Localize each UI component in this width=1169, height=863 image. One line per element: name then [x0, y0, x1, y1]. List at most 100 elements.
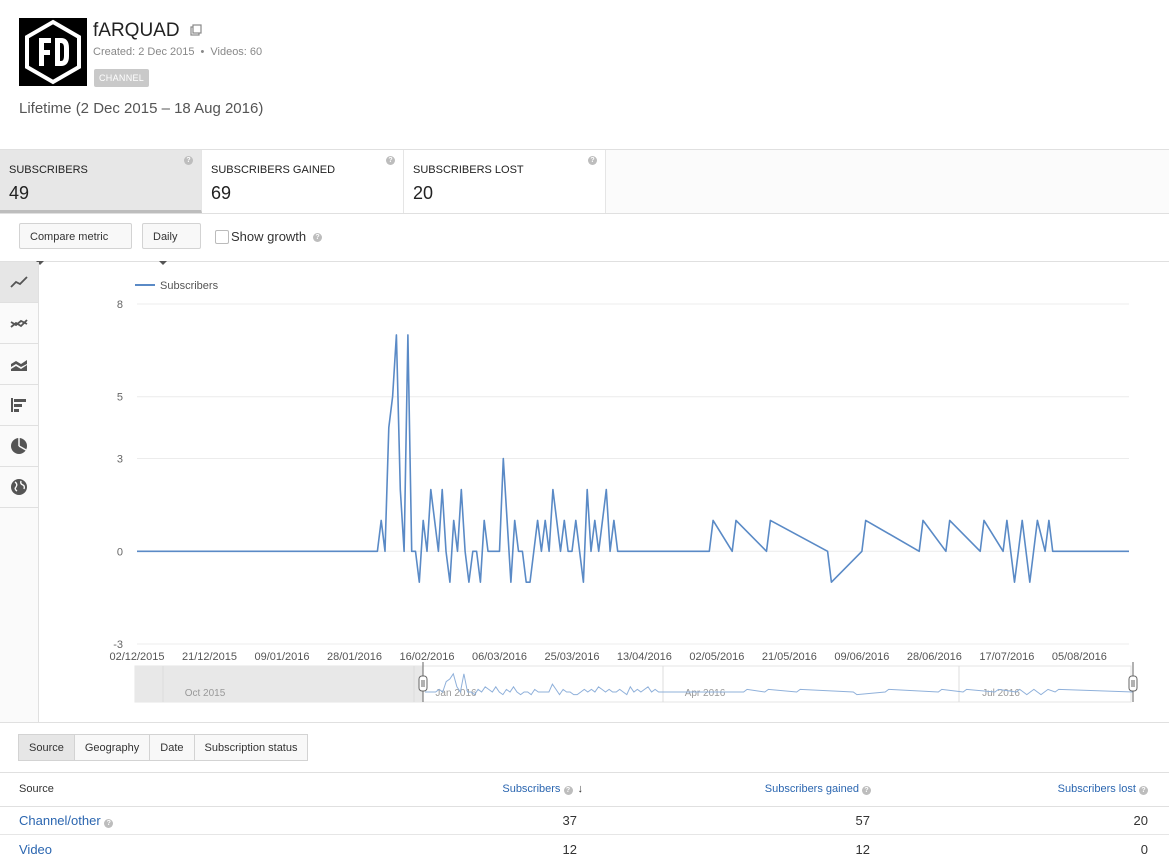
channel-logo-icon	[25, 19, 81, 85]
help-icon[interactable]: ?	[313, 233, 322, 242]
globe-map-icon	[11, 479, 27, 495]
compare-metric-label: Compare metric	[30, 231, 109, 243]
tab-source[interactable]: Source	[18, 734, 75, 761]
metric-value: 49	[9, 183, 30, 203]
help-icon[interactable]: ?	[563, 786, 573, 795]
x-tick-label: 05/08/2016	[1052, 651, 1107, 663]
pie-chart-icon	[11, 438, 27, 454]
table-row: Video 12 12 0	[0, 835, 1169, 863]
column-header-subscribers-gained[interactable]: Subscribers gained ?	[765, 783, 871, 795]
column-header-label: Subscribers lost	[1057, 783, 1136, 795]
metric-tabs: SUBSCRIBERS 49 ? SUBSCRIBERS GAINED 69 ?…	[0, 149, 1169, 214]
column-header-label: Subscribers	[502, 783, 561, 795]
row-source-link[interactable]: Video	[19, 842, 52, 857]
metric-value: 69	[211, 183, 232, 203]
navigator-handle-left[interactable]	[418, 675, 428, 692]
external-link-icon[interactable]	[190, 24, 202, 36]
chart-type-pie-button[interactable]	[0, 426, 38, 467]
interval-label: Daily	[153, 231, 178, 243]
metric-label: SUBSCRIBERS GAINED	[211, 164, 336, 176]
x-tick-label: 02/12/2015	[109, 651, 164, 663]
chart-type-multiline-button[interactable]	[0, 303, 38, 344]
metric-tab-subscribers-lost[interactable]: SUBSCRIBERS LOST 20 ?	[404, 150, 606, 213]
column-header-label: Subscribers gained	[764, 783, 859, 795]
stacked-area-icon	[11, 360, 27, 371]
cell-subscribers: 37	[562, 813, 577, 828]
multi-line-icon	[10, 319, 28, 328]
row-source-link[interactable]: Channel/other ?	[19, 813, 114, 828]
x-tick-label: 16/02/2016	[399, 651, 454, 663]
cell-subscribers-lost: 20	[1133, 813, 1148, 828]
chart-type-line-button[interactable]	[0, 262, 38, 303]
navigator-mask	[135, 666, 423, 702]
tab-geography[interactable]: Geography	[73, 734, 151, 761]
column-header-source: Source	[19, 783, 54, 795]
help-icon[interactable]: ?	[104, 819, 114, 828]
x-tick-label: 28/01/2016	[327, 651, 382, 663]
navigator-handle-right[interactable]	[1128, 675, 1138, 692]
column-header-subscribers[interactable]: Subscribers ? ↓	[502, 783, 583, 795]
metric-tab-subscribers-gained[interactable]: SUBSCRIBERS GAINED 69 ?	[202, 150, 404, 213]
chart-controls: Compare metric Daily Show growth ?	[0, 213, 1169, 266]
navigator-label: Jan 2016	[435, 688, 477, 699]
column-header-subscribers-lost[interactable]: Subscribers lost ?	[1058, 783, 1148, 795]
channel-logo[interactable]	[19, 18, 87, 86]
navigator-label: Oct 2015	[185, 688, 226, 699]
show-growth-checkbox[interactable]	[215, 230, 229, 244]
y-tick-label: -3	[113, 639, 123, 651]
help-icon[interactable]: ?	[386, 156, 395, 165]
chart-type-map-button[interactable]	[0, 467, 38, 508]
chart-type-bar-button[interactable]	[0, 385, 38, 426]
help-icon[interactable]: ?	[588, 156, 597, 165]
chart-type-sidebar	[0, 262, 39, 722]
channel-title[interactable]: fARQUAD	[93, 20, 180, 42]
y-tick-label: 5	[117, 392, 123, 404]
metric-label: SUBSCRIBERS LOST	[413, 164, 524, 176]
x-tick-label: 09/01/2016	[254, 651, 309, 663]
x-tick-label: 13/04/2016	[617, 651, 672, 663]
y-tick-label: 0	[117, 546, 123, 558]
help-icon[interactable]: ?	[862, 786, 871, 795]
y-tick-label: 8	[117, 299, 123, 311]
channel-badge: CHANNEL	[94, 69, 150, 87]
subscribers-line-chart[interactable]: 8 5 3 0 -302/12/2015 21/12/2015 09/01/2016 28/0…	[39, 262, 1169, 722]
x-tick-label: 25/03/2016	[544, 651, 599, 663]
cell-subscribers-gained: 57	[855, 813, 870, 828]
channel-created: Created: 2 Dec 2015	[93, 46, 195, 58]
help-icon[interactable]: ?	[184, 156, 193, 165]
x-tick-label: 21/05/2016	[762, 651, 817, 663]
channel-header: fARQUAD Created: 2 Dec 2015 • Videos: 60 C…	[0, 0, 1169, 149]
metric-label: SUBSCRIBERS	[9, 164, 88, 176]
interval-dropdown[interactable]: Daily	[142, 223, 201, 266]
channel-videos-count: Videos: 60	[210, 46, 263, 58]
date-range-label: Lifetime (2 Dec 2015 – 18 Aug 2016)	[19, 100, 264, 117]
legend-label: Subscribers	[160, 280, 219, 292]
bar-chart-icon	[11, 398, 26, 412]
cell-subscribers-gained: 12	[855, 842, 870, 857]
x-tick-label: 02/05/2016	[689, 651, 744, 663]
x-tick-label: 06/03/2016	[472, 651, 527, 663]
table-header: Source Subscribers ? ↓ Subscribers gained…	[0, 772, 1169, 807]
table-row: Channel/other ? 37 57 20	[0, 806, 1169, 835]
x-tick-label: 21/12/2015	[182, 651, 237, 663]
meta-separator: •	[200, 46, 205, 58]
x-tick-label: 17/07/2016	[979, 651, 1034, 663]
table-dimension-tabs: Source Geography Date Subscription statu…	[18, 734, 309, 761]
chart-panel: 8 5 3 0 -3 02/12/2015 21/12/2015 09/01/2016 28/0…	[0, 262, 1169, 723]
y-tick-label: 3	[117, 454, 123, 466]
sort-down-arrow-icon: ↓	[577, 783, 584, 795]
navigator-label: Apr 2016	[685, 688, 726, 699]
metric-tab-subscribers[interactable]: SUBSCRIBERS 49 ?	[0, 150, 202, 213]
line-chart-icon	[10, 276, 28, 288]
metric-value: 20	[413, 183, 434, 203]
channel-meta: Created: 2 Dec 2015 • Videos: 60	[93, 46, 262, 58]
row-source-label: Channel/other	[19, 813, 101, 828]
show-growth-label[interactable]: Show growth	[231, 229, 306, 244]
x-tick-label: 09/06/2016	[834, 651, 889, 663]
cell-subscribers-lost: 0	[1140, 842, 1148, 857]
compare-metric-dropdown[interactable]: Compare metric	[19, 223, 132, 266]
chart-type-area-button[interactable]	[0, 344, 38, 385]
tab-subscription-status[interactable]: Subscription status	[193, 734, 309, 761]
help-icon[interactable]: ?	[1139, 786, 1148, 795]
tab-date[interactable]: Date	[149, 734, 195, 761]
